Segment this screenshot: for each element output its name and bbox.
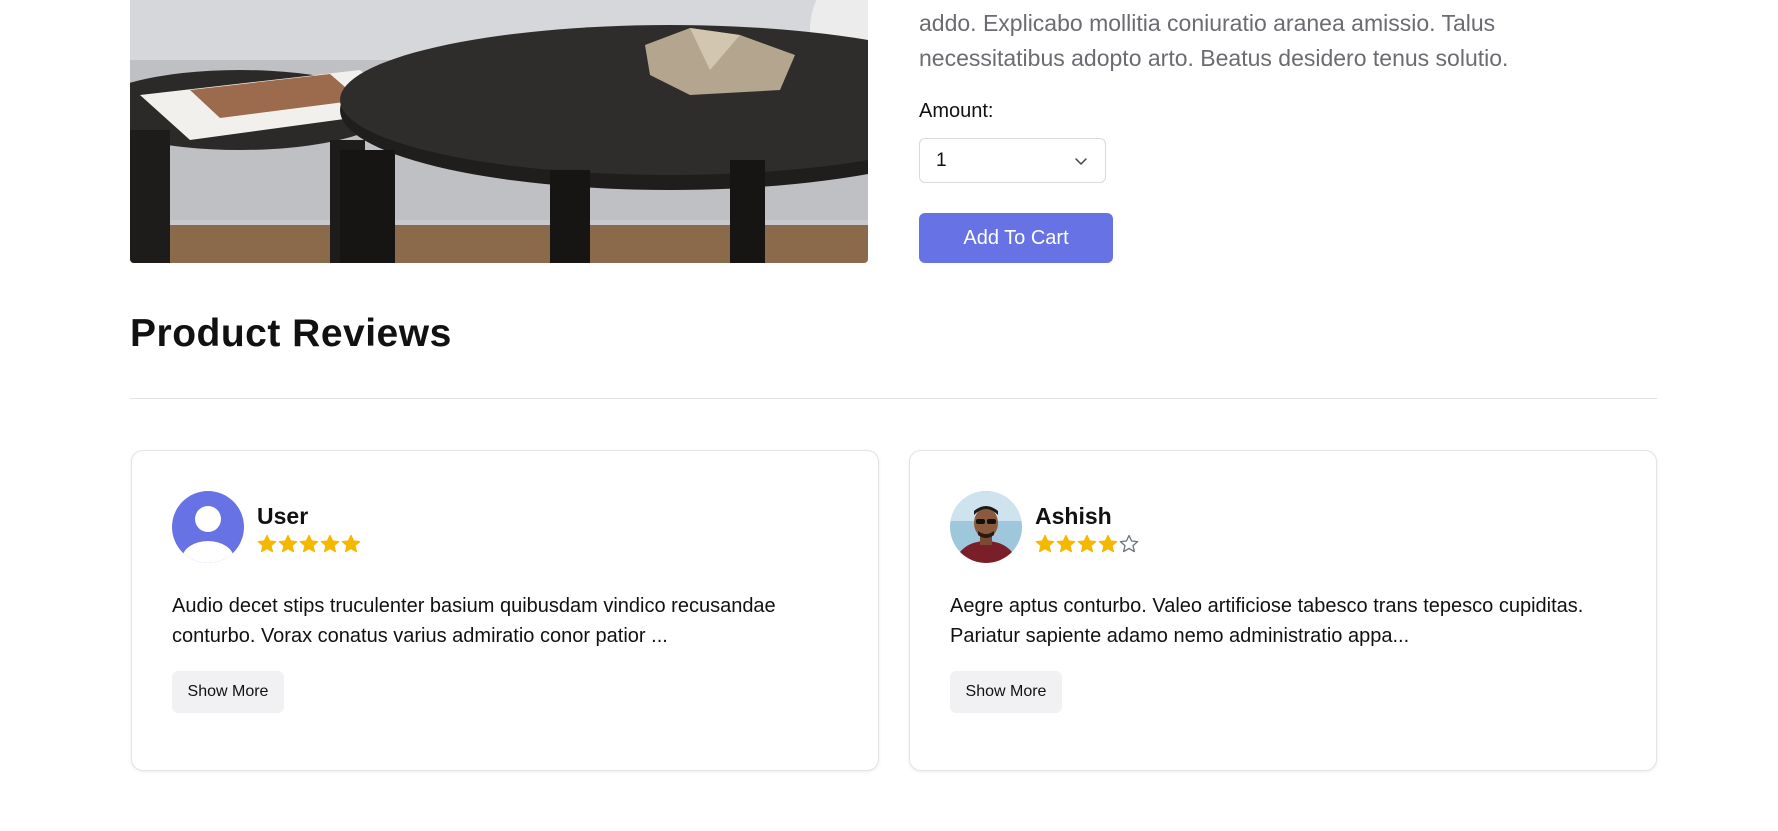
star-empty-icon bbox=[1119, 534, 1139, 553]
star-filled-icon bbox=[1077, 534, 1097, 553]
divider bbox=[130, 398, 1657, 399]
amount-value: 1 bbox=[936, 149, 947, 171]
star-rating bbox=[1035, 534, 1139, 554]
star-filled-icon bbox=[1035, 534, 1055, 553]
product-description: addo. Explicabo mollitia coniuratio aran… bbox=[919, 10, 1509, 71]
reviews-title: Product Reviews bbox=[130, 312, 452, 355]
product-image bbox=[130, 0, 868, 263]
reviewer-name: User bbox=[257, 503, 309, 529]
default-user-icon bbox=[172, 491, 244, 563]
user-photo bbox=[950, 491, 1022, 563]
chevron-down-icon bbox=[1075, 157, 1087, 165]
review-card: User Audio decet stips truculenter basiu… bbox=[131, 450, 879, 771]
review-text: Aegre aptus conturbo. Valeo artificiose … bbox=[950, 595, 1584, 647]
show-more-button[interactable]: Show More bbox=[950, 671, 1062, 713]
star-filled-icon bbox=[320, 534, 340, 553]
star-rating bbox=[257, 534, 361, 554]
amount-select[interactable]: 1 bbox=[919, 138, 1106, 183]
star-filled-icon bbox=[1098, 534, 1118, 553]
star-filled-icon bbox=[257, 534, 277, 553]
add-to-cart-button[interactable]: Add To Cart bbox=[919, 213, 1113, 263]
star-filled-icon bbox=[299, 534, 319, 553]
review-text: Audio decet stips truculenter basium qui… bbox=[172, 595, 776, 647]
reviewer-name: Ashish bbox=[1035, 503, 1112, 529]
show-more-button[interactable]: Show More bbox=[172, 671, 284, 713]
amount-label: Amount: bbox=[919, 100, 994, 122]
star-filled-icon bbox=[1056, 534, 1076, 553]
star-filled-icon bbox=[341, 534, 361, 553]
review-card: Ashish Aegre aptus conturbo. Valeo artif… bbox=[909, 450, 1657, 771]
star-filled-icon bbox=[278, 534, 298, 553]
